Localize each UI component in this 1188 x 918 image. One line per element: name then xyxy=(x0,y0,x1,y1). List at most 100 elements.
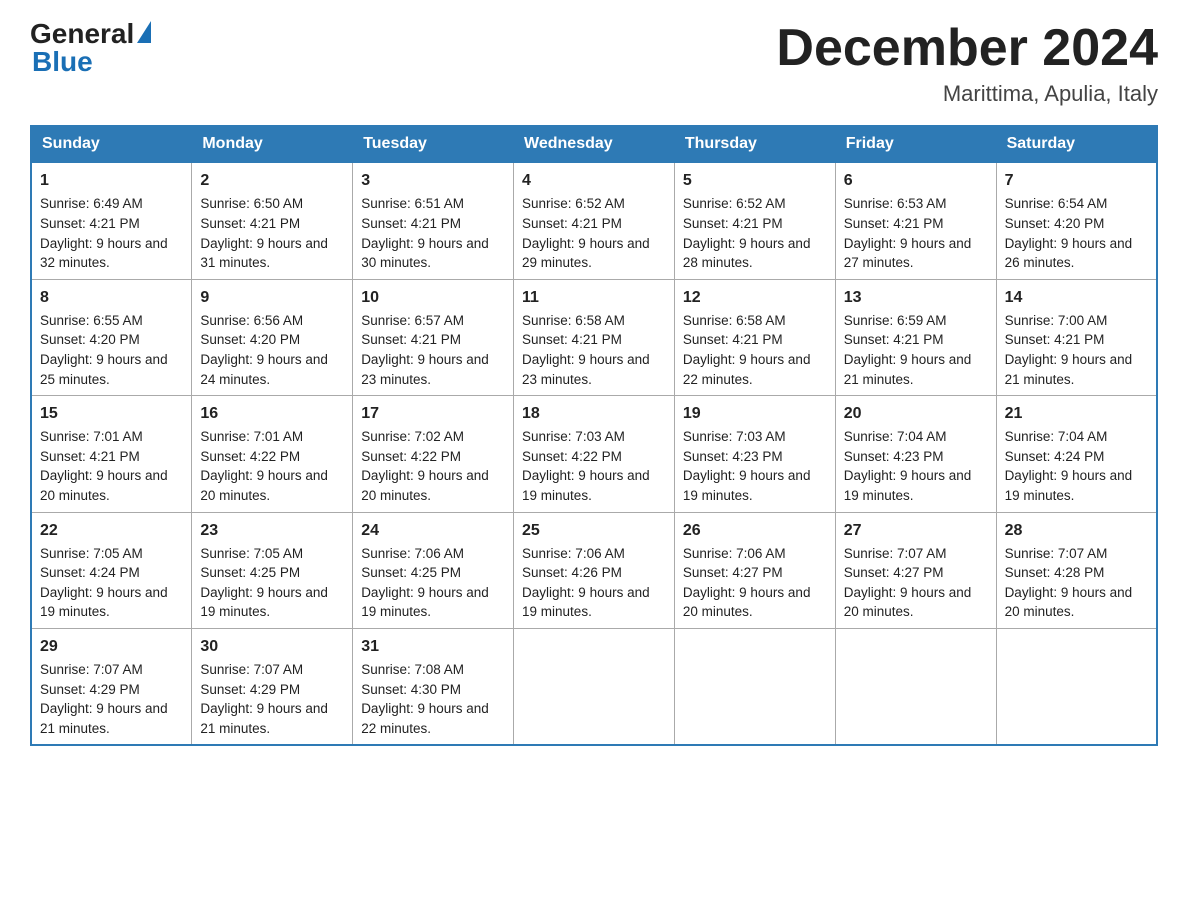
daylight-text: Daylight: 9 hours and 20 minutes. xyxy=(844,585,972,620)
day-number: 30 xyxy=(200,635,344,658)
sunrise-text: Sunrise: 7:01 AM xyxy=(200,429,303,444)
daylight-text: Daylight: 9 hours and 29 minutes. xyxy=(522,236,650,271)
sunrise-text: Sunrise: 6:52 AM xyxy=(522,196,625,211)
calendar-cell: 26Sunrise: 7:06 AMSunset: 4:27 PMDayligh… xyxy=(674,512,835,628)
day-number: 1 xyxy=(40,169,183,192)
calendar-cell: 22Sunrise: 7:05 AMSunset: 4:24 PMDayligh… xyxy=(31,512,192,628)
sunset-text: Sunset: 4:24 PM xyxy=(40,565,140,580)
sunrise-text: Sunrise: 6:53 AM xyxy=(844,196,947,211)
day-number: 16 xyxy=(200,402,344,425)
day-of-week-header: Monday xyxy=(192,126,353,162)
daylight-text: Daylight: 9 hours and 23 minutes. xyxy=(361,352,489,387)
calendar-cell: 18Sunrise: 7:03 AMSunset: 4:22 PMDayligh… xyxy=(514,396,675,512)
calendar-cell: 23Sunrise: 7:05 AMSunset: 4:25 PMDayligh… xyxy=(192,512,353,628)
day-of-week-header: Wednesday xyxy=(514,126,675,162)
sunset-text: Sunset: 4:26 PM xyxy=(522,565,622,580)
sunrise-text: Sunrise: 7:06 AM xyxy=(522,546,625,561)
calendar-cell: 24Sunrise: 7:06 AMSunset: 4:25 PMDayligh… xyxy=(353,512,514,628)
daylight-text: Daylight: 9 hours and 19 minutes. xyxy=(522,585,650,620)
calendar-header: SundayMondayTuesdayWednesdayThursdayFrid… xyxy=(31,126,1157,162)
day-number: 5 xyxy=(683,169,827,192)
day-number: 31 xyxy=(361,635,505,658)
sunrise-text: Sunrise: 7:06 AM xyxy=(361,546,464,561)
sunrise-text: Sunrise: 6:57 AM xyxy=(361,313,464,328)
sunset-text: Sunset: 4:24 PM xyxy=(1005,449,1105,464)
daylight-text: Daylight: 9 hours and 24 minutes. xyxy=(200,352,328,387)
calendar-cell: 14Sunrise: 7:00 AMSunset: 4:21 PMDayligh… xyxy=(996,279,1157,395)
sunrise-text: Sunrise: 6:49 AM xyxy=(40,196,143,211)
sunrise-text: Sunrise: 7:07 AM xyxy=(200,662,303,677)
calendar-week-row: 8Sunrise: 6:55 AMSunset: 4:20 PMDaylight… xyxy=(31,279,1157,395)
day-number: 13 xyxy=(844,286,988,309)
day-number: 22 xyxy=(40,519,183,542)
day-number: 20 xyxy=(844,402,988,425)
sunset-text: Sunset: 4:25 PM xyxy=(361,565,461,580)
daylight-text: Daylight: 9 hours and 19 minutes. xyxy=(844,468,972,503)
sunrise-text: Sunrise: 6:59 AM xyxy=(844,313,947,328)
day-of-week-header: Thursday xyxy=(674,126,835,162)
sunrise-text: Sunrise: 7:07 AM xyxy=(40,662,143,677)
calendar-cell: 11Sunrise: 6:58 AMSunset: 4:21 PMDayligh… xyxy=(514,279,675,395)
sunrise-text: Sunrise: 7:05 AM xyxy=(40,546,143,561)
sunset-text: Sunset: 4:22 PM xyxy=(361,449,461,464)
calendar-cell xyxy=(996,628,1157,745)
daylight-text: Daylight: 9 hours and 19 minutes. xyxy=(361,585,489,620)
calendar-cell xyxy=(514,628,675,745)
day-of-week-header: Friday xyxy=(835,126,996,162)
daylight-text: Daylight: 9 hours and 28 minutes. xyxy=(683,236,811,271)
sunrise-text: Sunrise: 7:07 AM xyxy=(844,546,947,561)
sunrise-text: Sunrise: 7:08 AM xyxy=(361,662,464,677)
sunrise-text: Sunrise: 7:03 AM xyxy=(683,429,786,444)
sunset-text: Sunset: 4:21 PM xyxy=(200,216,300,231)
sunset-text: Sunset: 4:20 PM xyxy=(40,332,140,347)
sunrise-text: Sunrise: 7:05 AM xyxy=(200,546,303,561)
calendar-cell xyxy=(835,628,996,745)
sunrise-text: Sunrise: 7:06 AM xyxy=(683,546,786,561)
daylight-text: Daylight: 9 hours and 22 minutes. xyxy=(361,701,489,736)
sunset-text: Sunset: 4:21 PM xyxy=(522,216,622,231)
sunset-text: Sunset: 4:21 PM xyxy=(683,216,783,231)
day-number: 23 xyxy=(200,519,344,542)
title-block: December 2024 Marittima, Apulia, Italy xyxy=(776,20,1158,107)
daylight-text: Daylight: 9 hours and 31 minutes. xyxy=(200,236,328,271)
day-number: 9 xyxy=(200,286,344,309)
day-number: 12 xyxy=(683,286,827,309)
day-number: 4 xyxy=(522,169,666,192)
calendar-cell: 25Sunrise: 7:06 AMSunset: 4:26 PMDayligh… xyxy=(514,512,675,628)
calendar-cell: 4 Sunrise: 6:52 AM Sunset: 4:21 PM Daylight… xyxy=(514,162,675,279)
calendar-cell: 6Sunrise: 6:53 AMSunset: 4:21 PMDaylight… xyxy=(835,162,996,279)
sunset-text: Sunset: 4:21 PM xyxy=(361,332,461,347)
calendar-cell: 9Sunrise: 6:56 AMSunset: 4:20 PMDaylight… xyxy=(192,279,353,395)
day-number: 6 xyxy=(844,169,988,192)
calendar-cell: 27Sunrise: 7:07 AMSunset: 4:27 PMDayligh… xyxy=(835,512,996,628)
sunset-text: Sunset: 4:21 PM xyxy=(844,332,944,347)
calendar-cell: 7Sunrise: 6:54 AMSunset: 4:20 PMDaylight… xyxy=(996,162,1157,279)
calendar-cell: 31 Sunrise: 7:08 AM Sunset: 4:30 PM Dayligh… xyxy=(353,628,514,745)
sunrise-text: Sunrise: 6:52 AM xyxy=(683,196,786,211)
sunset-text: Sunset: 4:30 PM xyxy=(361,682,461,697)
day-number: 18 xyxy=(522,402,666,425)
sunrise-text: Sunrise: 6:58 AM xyxy=(522,313,625,328)
daylight-text: Daylight: 9 hours and 20 minutes. xyxy=(200,468,328,503)
calendar-week-row: 1 Sunrise: 6:49 AM Sunset: 4:21 PM Daylight… xyxy=(31,162,1157,279)
sunset-text: Sunset: 4:22 PM xyxy=(200,449,300,464)
calendar-cell: 20Sunrise: 7:04 AMSunset: 4:23 PMDayligh… xyxy=(835,396,996,512)
day-number: 14 xyxy=(1005,286,1148,309)
logo-blue-text: Blue xyxy=(32,48,151,76)
sunset-text: Sunset: 4:21 PM xyxy=(844,216,944,231)
daylight-text: Daylight: 9 hours and 19 minutes. xyxy=(683,468,811,503)
daylight-text: Daylight: 9 hours and 19 minutes. xyxy=(522,468,650,503)
sunrise-text: Sunrise: 7:04 AM xyxy=(1005,429,1108,444)
sunset-text: Sunset: 4:21 PM xyxy=(40,216,140,231)
calendar-cell: 29Sunrise: 7:07 AMSunset: 4:29 PMDayligh… xyxy=(31,628,192,745)
logo: General Blue xyxy=(30,20,151,76)
calendar-cell: 28Sunrise: 7:07 AMSunset: 4:28 PMDayligh… xyxy=(996,512,1157,628)
day-number: 11 xyxy=(522,286,666,309)
day-number: 7 xyxy=(1005,169,1148,192)
calendar-cell: 10Sunrise: 6:57 AMSunset: 4:21 PMDayligh… xyxy=(353,279,514,395)
sunset-text: Sunset: 4:21 PM xyxy=(361,216,461,231)
sunrise-text: Sunrise: 7:03 AM xyxy=(522,429,625,444)
sunset-text: Sunset: 4:23 PM xyxy=(683,449,783,464)
calendar-week-row: 29Sunrise: 7:07 AMSunset: 4:29 PMDayligh… xyxy=(31,628,1157,745)
day-number: 15 xyxy=(40,402,183,425)
